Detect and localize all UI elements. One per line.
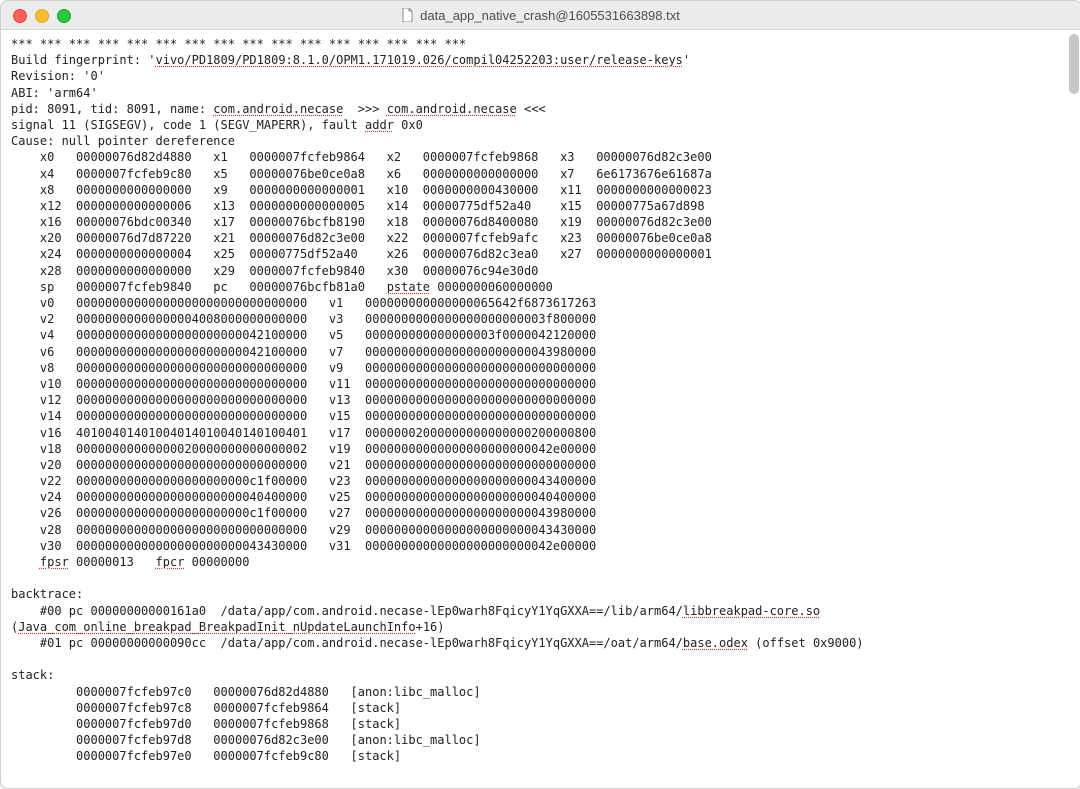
window-titlebar: data_app_native_crash@1605531663898.txt bbox=[1, 1, 1080, 30]
crash-log-text[interactable]: *** *** *** *** *** *** *** *** *** *** … bbox=[1, 30, 1080, 774]
close-icon[interactable] bbox=[13, 9, 27, 23]
scrollbar-thumb[interactable] bbox=[1069, 34, 1079, 94]
minimize-icon[interactable] bbox=[35, 9, 49, 23]
document-icon bbox=[402, 8, 414, 22]
window-title: data_app_native_crash@1605531663898.txt bbox=[11, 8, 1071, 23]
zoom-icon[interactable] bbox=[57, 9, 71, 23]
content-scroll-area[interactable]: *** *** *** *** *** *** *** *** *** *** … bbox=[1, 30, 1080, 788]
text-editor-window: data_app_native_crash@1605531663898.txt … bbox=[0, 0, 1080, 789]
window-title-text: data_app_native_crash@1605531663898.txt bbox=[420, 8, 680, 23]
scrollbar-track[interactable] bbox=[1067, 34, 1079, 784]
window-controls bbox=[13, 9, 71, 23]
